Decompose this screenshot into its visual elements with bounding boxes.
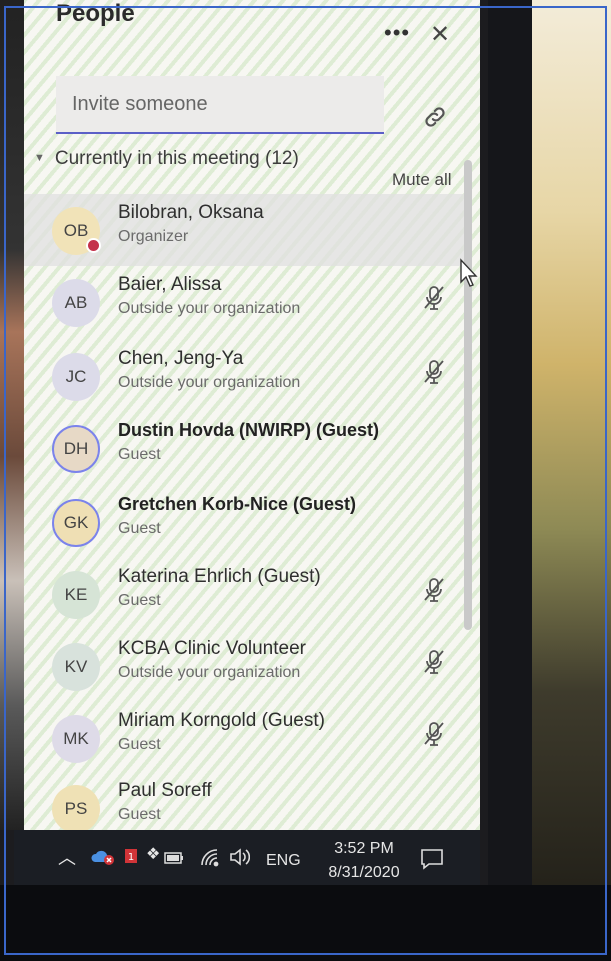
more-options-icon[interactable]: ••• (384, 20, 410, 46)
monitor-bezel-right (488, 0, 532, 961)
participant-name: Gretchen Korb-Nice (Guest) (118, 494, 357, 514)
participant-name: Paul Soreff (118, 780, 212, 801)
avatar: DH (52, 425, 100, 473)
participant-role: Organizer (118, 228, 189, 245)
svg-text:1: 1 (128, 852, 134, 863)
mic-muted-icon[interactable] (422, 576, 446, 604)
participant-row[interactable]: AB Baier, Alissa Outside your organization (24, 266, 464, 338)
photo-background-right (520, 0, 611, 961)
participant-name: KCBA Clinic Volunteer (118, 638, 306, 659)
participant-role: Guest (118, 446, 161, 463)
avatar: KV (52, 643, 100, 691)
onedrive-error-icon[interactable] (90, 848, 116, 866)
wifi-icon[interactable] (200, 848, 222, 868)
dropbox-icon[interactable]: ❖ (146, 844, 160, 864)
monitor-bezel-bottom (0, 885, 611, 961)
mic-muted-icon[interactable] (422, 720, 446, 748)
participant-name: Dustin Hovda (NWIRP) (Guest) (118, 420, 379, 440)
busy-status-icon (86, 238, 101, 253)
participant-row[interactable]: MK Miriam Korngold (Guest) Guest (24, 702, 464, 774)
participant-row[interactable]: KE Katerina Ehrlich (Guest) Guest (24, 558, 464, 630)
participant-role: Outside your organization (118, 664, 301, 681)
mouse-cursor-icon (460, 258, 478, 287)
panel-title: People (56, 0, 135, 27)
avatar: PS (52, 785, 100, 830)
taskbar-time[interactable]: 3:52 PM (326, 840, 402, 858)
participant-row[interactable]: KV KCBA Clinic Volunteer Outside your orga… (24, 630, 464, 702)
share-link-icon[interactable] (422, 104, 448, 130)
mic-muted-icon[interactable] (422, 358, 446, 386)
close-icon[interactable]: ✕ (430, 20, 450, 49)
people-panel: People ••• ✕ ▼ Currently in this meeting … (24, 0, 480, 830)
avatar: AB (52, 279, 100, 327)
mic-muted-icon[interactable] (422, 284, 446, 312)
input-language[interactable]: ENG (266, 852, 301, 870)
participant-role: Guest (118, 592, 161, 609)
participant-row[interactable]: OB Bilobran, Oksana Organizer (24, 194, 464, 266)
participant-name: Chen, Jeng-Ya (118, 348, 244, 369)
mic-muted-icon[interactable] (422, 648, 446, 676)
participant-role: Guest (118, 736, 161, 753)
participant-role: Guest (118, 520, 161, 537)
avatar: KE (52, 571, 100, 619)
scrollbar[interactable] (464, 160, 472, 630)
windows-taskbar: ︿ 1 ❖ ENG 3:52 PM 8/31/2020 (14, 830, 480, 886)
participant-name: Bilobran, Oksana (118, 202, 264, 223)
participant-row[interactable]: GK Gretchen Korb-Nice (Guest) Guest (24, 486, 464, 558)
participant-name: Baier, Alissa (118, 274, 222, 295)
battery-icon[interactable] (164, 852, 184, 864)
section-title: Currently in this meeting (12) (54, 148, 299, 169)
action-center-icon[interactable] (420, 848, 444, 870)
mute-all-button[interactable]: Mute all (392, 170, 452, 190)
collapse-caret-icon: ▼ (34, 152, 45, 164)
participant-row[interactable]: PS Paul Soreff Guest (24, 772, 464, 830)
volume-icon[interactable] (228, 846, 250, 868)
invite-input[interactable] (56, 76, 384, 132)
avatar: MK (52, 715, 100, 763)
show-hidden-icons-chevron-icon[interactable]: ︿ (58, 844, 76, 870)
taskbar-date[interactable]: 8/31/2020 (318, 864, 410, 882)
notification-badge-icon[interactable]: 1 (124, 844, 140, 864)
meeting-section-header[interactable]: ▼ Currently in this meeting (12) (34, 148, 299, 170)
participant-role: Outside your organization (118, 300, 301, 317)
participant-role: Guest (118, 806, 161, 823)
photo-background-left (0, 0, 26, 830)
avatar: GK (52, 499, 100, 547)
participant-name: Miriam Korngold (Guest) (118, 710, 325, 731)
invite-field[interactable] (56, 76, 384, 134)
participant-row[interactable]: JC Chen, Jeng-Ya Outside your organization (24, 340, 464, 412)
participant-name: Katerina Ehrlich (Guest) (118, 566, 321, 587)
participant-role: Outside your organization (118, 374, 301, 391)
participant-row[interactable]: DH Dustin Hovda (NWIRP) (Guest) Guest (24, 412, 464, 484)
avatar: JC (52, 353, 100, 401)
